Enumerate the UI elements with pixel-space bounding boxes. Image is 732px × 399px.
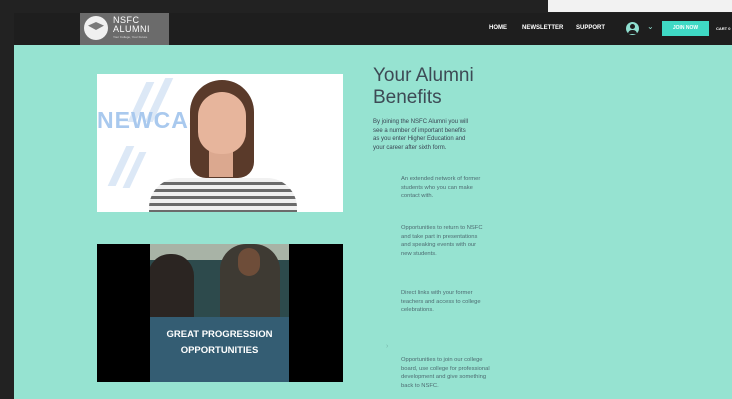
logo-title: NSFC ALUMNI [113,15,151,34]
cart-link[interactable]: CART 0 [716,25,730,32]
nav-support[interactable]: SUPPORT [576,25,605,32]
student-shirt [149,178,297,212]
chevron-right-icon: › [386,343,389,350]
user-avatar-icon[interactable] [626,22,639,35]
background-window [548,0,732,12]
college-watermark: NEWCAS [97,107,206,133]
alumni-video-player[interactable]: NEWCAS [97,74,343,212]
benefit-item: Opportunities to join our college board,… [401,357,490,389]
site-logo[interactable]: NSFC ALUMNI Your College, Your Future [80,13,169,45]
student-face [198,92,246,154]
web-page: NSFC ALUMNI Your College, Your Future HO… [14,13,732,399]
graduation-cap-icon [84,16,108,40]
video-caption: GREAT PROGRESSION OPPORTUNITIES [166,329,273,356]
page-title: Your Alumni Benefits [373,65,474,108]
chevron-down-icon[interactable]: ⌄ [647,23,654,31]
benefit-item: Direct links with your former teachers a… [401,290,481,313]
benefit-item: An extended network of former students w… [401,176,481,199]
video-caption-panel: GREAT PROGRESSION OPPORTUNITIES [150,317,289,382]
scene-face [238,248,260,276]
logo-tagline: Your College, Your Future [113,35,148,39]
nav-home[interactable]: HOME [489,25,507,32]
benefit-item: Opportunities to return to NSFC and take… [401,225,483,257]
join-now-button[interactable]: JOIN NOW [662,21,709,36]
intro-text: By joining the NSFC Alumni you will see … [373,119,469,151]
site-header: NSFC ALUMNI Your College, Your Future HO… [14,13,732,45]
nav-newsletter[interactable]: NEWSLETTER [522,25,563,32]
progression-video-player[interactable]: GREAT PROGRESSION OPPORTUNITIES [97,244,343,382]
